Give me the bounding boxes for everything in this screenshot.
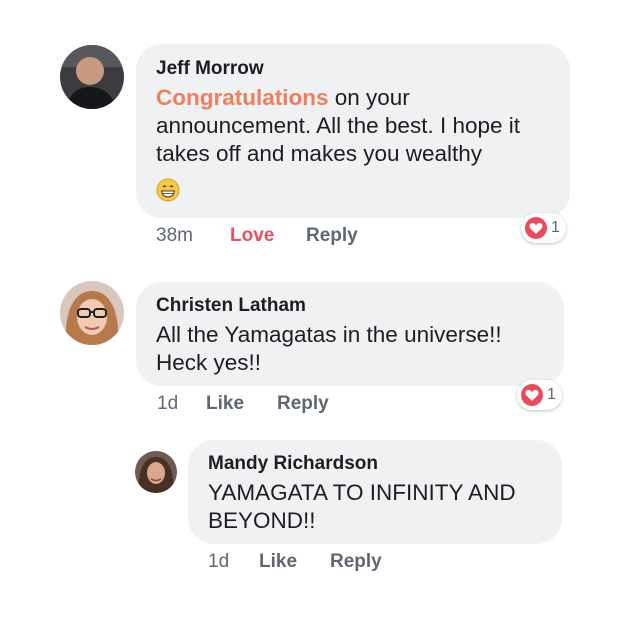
reaction-count: 1	[547, 386, 556, 403]
reaction-count: 1	[551, 219, 560, 236]
comment-timestamp[interactable]: 1d	[157, 393, 178, 415]
heart-icon	[525, 217, 547, 239]
avatar-mandy-richardson[interactable]	[135, 451, 177, 493]
like-button[interactable]: Like	[259, 551, 297, 573]
comment-author[interactable]: Christen Latham	[156, 295, 544, 317]
comment-author[interactable]: Jeff Morrow	[156, 58, 550, 80]
love-reaction-button[interactable]: Love	[230, 225, 274, 247]
comment-timestamp[interactable]: 1d	[208, 551, 229, 573]
like-button[interactable]: Like	[206, 393, 244, 415]
grinning-face-emoji-icon	[156, 178, 550, 207]
comment-bubble-3: Mandy Richardson YAMAGATA TO INFINITY AN…	[188, 440, 562, 544]
comment-text: Congratulations on your announcement. Al…	[156, 85, 520, 166]
comment-text: YAMAGATA TO INFINITY AND BEYOND!!	[208, 480, 516, 533]
highlighted-word[interactable]: Congratulations	[156, 85, 329, 110]
comment-text: All the Yamagatas in the universe!! Heck…	[156, 322, 502, 375]
reply-button[interactable]: Reply	[306, 225, 358, 247]
reaction-badge[interactable]: 1	[517, 380, 562, 410]
heart-icon	[521, 384, 543, 406]
avatar-jeff-morrow[interactable]	[60, 45, 124, 109]
comment-bubble-2: Christen Latham All the Yamagatas in the…	[136, 282, 564, 386]
reaction-badge[interactable]: 1	[521, 213, 566, 243]
reply-button[interactable]: Reply	[277, 393, 329, 415]
comment-bubble-1: Jeff Morrow Congratulations on your anno…	[136, 44, 570, 218]
comment-author[interactable]: Mandy Richardson	[208, 453, 542, 475]
reply-button[interactable]: Reply	[330, 551, 382, 573]
avatar-christen-latham[interactable]	[60, 281, 124, 345]
comment-timestamp[interactable]: 38m	[156, 225, 193, 247]
